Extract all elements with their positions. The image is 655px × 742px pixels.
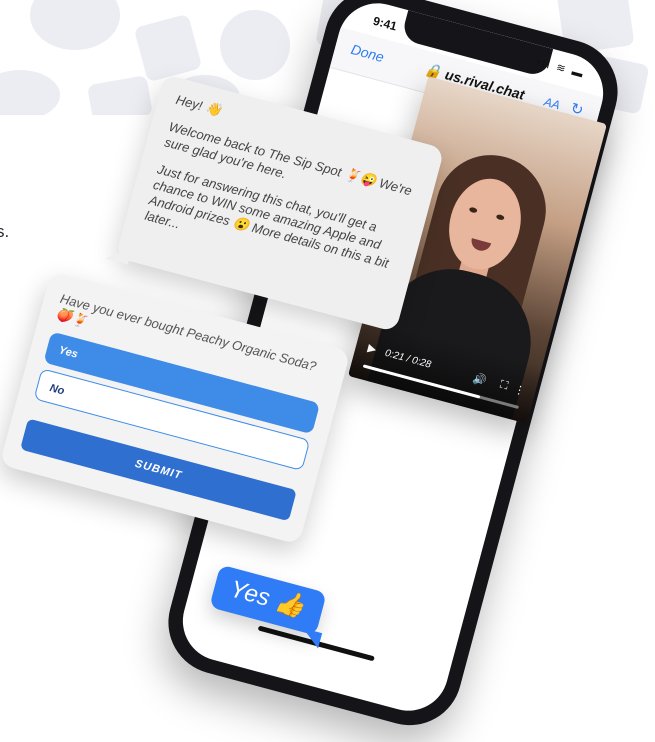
bg-shape <box>133 13 203 83</box>
bg-shape <box>30 0 120 50</box>
cut-off-heading-text: s. <box>0 222 10 241</box>
bg-shape <box>86 75 154 115</box>
done-button[interactable]: Done <box>349 41 385 65</box>
bg-shape <box>220 10 290 80</box>
status-time: 9:41 <box>371 13 399 34</box>
bubble-tail <box>105 243 132 265</box>
marketing-hero: s. 9:41 •ıl ≋ ▬ Done 🔒 us.rival.chat AA … <box>0 0 655 742</box>
bg-shape <box>0 70 60 115</box>
status-icons: •ıl ≋ ▬ <box>534 56 587 81</box>
